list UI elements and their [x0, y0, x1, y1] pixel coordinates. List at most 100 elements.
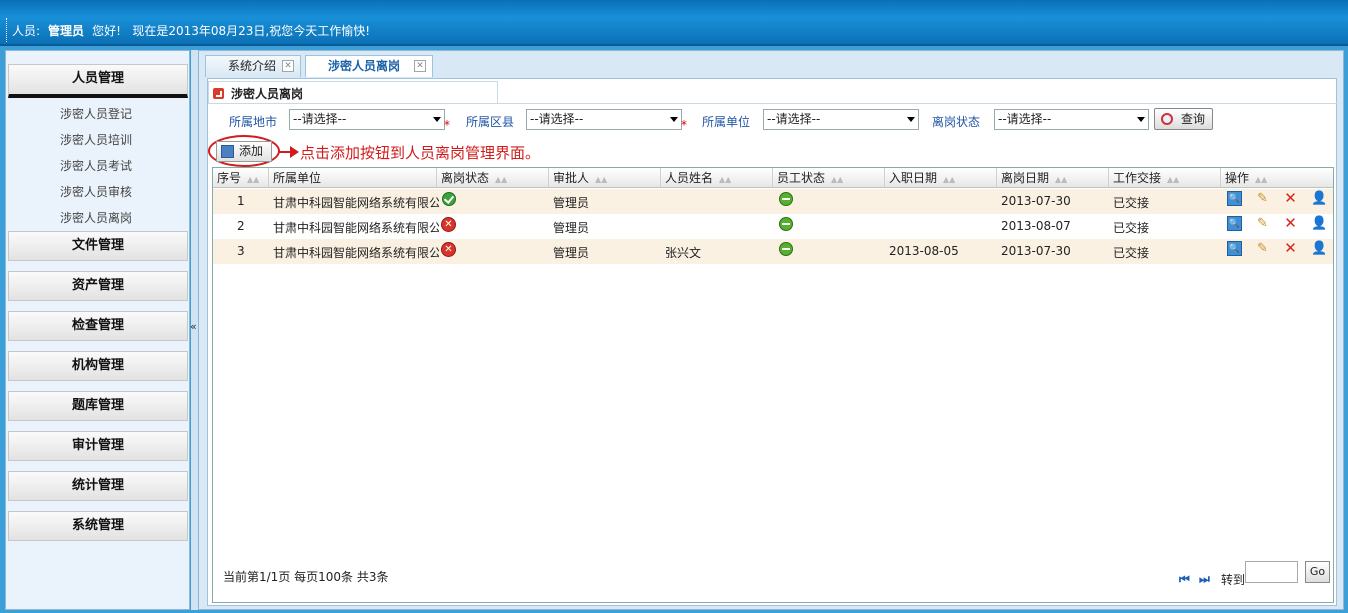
- query-button[interactable]: 查询: [1154, 108, 1213, 130]
- col-header-actions[interactable]: 操作 ▲▲: [1221, 168, 1333, 188]
- sidebar-item-register[interactable]: 涉密人员登记: [6, 105, 186, 122]
- col-header-emp-status[interactable]: 员工状态 ▲▲: [773, 168, 885, 188]
- unit-value: --请选择--: [767, 112, 821, 126]
- delete-icon[interactable]: ✕: [1283, 191, 1298, 206]
- panel-header: 涉密人员离岗: [208, 81, 498, 103]
- col-header-approver[interactable]: 审批人 ▲▲: [549, 168, 661, 188]
- header-label: 入职日期: [889, 171, 938, 185]
- go-button[interactable]: Go: [1305, 561, 1330, 583]
- sidebar-item-leave[interactable]: 涉密人员离岗: [6, 209, 186, 226]
- user-name: 管理员: [48, 24, 85, 38]
- last-page-icon[interactable]: ⏭: [1199, 572, 1210, 587]
- close-icon[interactable]: ✕: [414, 60, 426, 72]
- user-icon[interactable]: 👤: [1311, 241, 1327, 256]
- col-header-leave-date[interactable]: 离岗日期 ▲▲: [997, 168, 1109, 188]
- edit-icon[interactable]: ✎: [1255, 241, 1270, 256]
- header-label: 审批人: [553, 171, 590, 185]
- collapse-icon[interactable]: «: [190, 320, 197, 333]
- sort-icon: ▲▲: [495, 175, 508, 184]
- sidebar-item-training[interactable]: 涉密人员培训: [6, 131, 186, 148]
- sidebar-group-question-bank[interactable]: 题库管理: [8, 391, 188, 421]
- col-header-leave-status[interactable]: 离岗状态 ▲▲: [437, 168, 549, 188]
- chevron-down-icon: [670, 117, 678, 122]
- city-label: 所属地市: [229, 115, 278, 129]
- sidebar: 人员管理 涉密人员登记 涉密人员培训 涉密人员考试 涉密人员审核 涉密人员离岗 …: [5, 50, 190, 610]
- header-label: 工作交接: [1113, 171, 1162, 185]
- col-header-no[interactable]: 序号 ▲▲: [213, 168, 269, 188]
- cell-handover: 已交接: [1113, 246, 1150, 260]
- edit-icon[interactable]: ✎: [1255, 216, 1270, 231]
- rejected-icon: ✕: [441, 242, 456, 257]
- sidebar-group-inspection[interactable]: 检查管理: [8, 311, 188, 341]
- sidebar-group-organization[interactable]: 机构管理: [8, 351, 188, 381]
- sort-icon: ▲▲: [247, 175, 260, 184]
- cell-entry-date: 2013-08-05: [889, 244, 959, 258]
- active-status-icon: [779, 192, 793, 206]
- district-label: 所属区县: [466, 115, 515, 129]
- sidebar-group-files[interactable]: 文件管理: [8, 231, 188, 261]
- edit-icon[interactable]: ✎: [1255, 191, 1270, 206]
- greeting: 您好!: [92, 24, 121, 38]
- close-icon[interactable]: ✕: [282, 60, 294, 72]
- panel-divider: [208, 103, 1338, 104]
- search-icon: [1161, 113, 1173, 125]
- sort-icon: ▲▲: [1167, 175, 1180, 184]
- arrow-right-icon: [290, 146, 299, 158]
- district-select[interactable]: --请选择--: [526, 109, 682, 130]
- view-icon[interactable]: 🔍: [1227, 191, 1242, 206]
- tab-system-intro[interactable]: 系统介绍 ✕: [205, 55, 301, 77]
- table-row[interactable]: 3 甘肃中科园智能网络系统有限公 ✕ 管理员 张兴文 2013-08-05 20…: [213, 239, 1333, 264]
- chevron-down-icon: [1137, 117, 1145, 122]
- col-header-unit[interactable]: 所属单位: [269, 168, 437, 188]
- table-row[interactable]: 1 甘肃中科园智能网络系统有限公 管理员 2013-07-30 已交接 🔍 ✎ …: [213, 189, 1333, 214]
- active-status-icon: [779, 217, 793, 231]
- col-header-name[interactable]: 人员姓名 ▲▲: [661, 168, 773, 188]
- cell-unit: 甘肃中科园智能网络系统有限公: [273, 246, 439, 260]
- sidebar-group-audit[interactable]: 审计管理: [8, 431, 188, 461]
- annotation-hint: 点击添加按钮到人员离岗管理界面。: [300, 144, 541, 162]
- cell-approver: 管理员: [553, 196, 590, 210]
- district-value: --请选择--: [530, 112, 584, 126]
- header-label: 序号: [217, 171, 242, 185]
- user-icon[interactable]: 👤: [1311, 191, 1327, 206]
- main-area: 系统介绍 ✕ 涉密人员离岗 ✕ 涉密人员离岗 所属地市 --请选择-- * 所属…: [198, 50, 1344, 610]
- view-icon[interactable]: 🔍: [1227, 216, 1242, 231]
- sidebar-item-review[interactable]: 涉密人员审核: [6, 183, 186, 200]
- sidebar-group-system[interactable]: 系统管理: [8, 511, 188, 541]
- add-button[interactable]: 添加: [216, 141, 272, 162]
- required-mark: *: [444, 118, 450, 132]
- required-mark: *: [681, 118, 687, 132]
- banner-divider: [6, 18, 8, 42]
- city-value: --请选择--: [293, 112, 347, 126]
- add-label: 添加: [239, 144, 264, 158]
- col-header-entry-date[interactable]: 入职日期 ▲▲: [885, 168, 997, 188]
- goto-page-input[interactable]: [1245, 561, 1298, 583]
- user-icon[interactable]: 👤: [1311, 216, 1327, 231]
- datetime-text: 现在是2013年08月23日,祝您今天工作愉快!: [132, 24, 371, 38]
- goto-label: 转到: [1221, 573, 1246, 587]
- unit-select[interactable]: --请选择--: [763, 109, 919, 130]
- sidebar-group-people[interactable]: 人员管理: [8, 64, 188, 98]
- cell-name: 张兴文: [665, 246, 702, 260]
- sidebar-splitter[interactable]: «: [190, 50, 198, 610]
- sidebar-group-statistics[interactable]: 统计管理: [8, 471, 188, 501]
- tab-personnel-leave[interactable]: 涉密人员离岗 ✕: [305, 55, 433, 77]
- city-select[interactable]: --请选择--: [289, 109, 445, 130]
- header-label: 离岗日期: [1001, 171, 1050, 185]
- header-label: 离岗状态: [441, 171, 490, 185]
- delete-icon[interactable]: ✕: [1283, 241, 1298, 256]
- delete-icon[interactable]: ✕: [1283, 216, 1298, 231]
- sort-icon: ▲▲: [943, 175, 956, 184]
- leave-status-select[interactable]: --请选择--: [994, 109, 1149, 130]
- cell-handover: 已交接: [1113, 221, 1150, 235]
- view-icon[interactable]: 🔍: [1227, 241, 1242, 256]
- welcome-line: 人员: 管理员 您好! 现在是2013年08月23日,祝您今天工作愉快!: [12, 22, 370, 39]
- col-header-handover[interactable]: 工作交接 ▲▲: [1109, 168, 1221, 188]
- first-page-icon[interactable]: ⏮: [1179, 572, 1190, 587]
- tab-label: 系统介绍: [228, 59, 277, 73]
- sidebar-item-exam[interactable]: 涉密人员考试: [6, 157, 186, 174]
- table-row[interactable]: 2 甘肃中科园智能网络系统有限公 ✕ 管理员 2013-08-07 已交接 🔍 …: [213, 214, 1333, 239]
- leave-status-label: 离岗状态: [932, 115, 981, 129]
- sidebar-group-assets[interactable]: 资产管理: [8, 271, 188, 301]
- cell-unit: 甘肃中科园智能网络系统有限公: [273, 196, 439, 210]
